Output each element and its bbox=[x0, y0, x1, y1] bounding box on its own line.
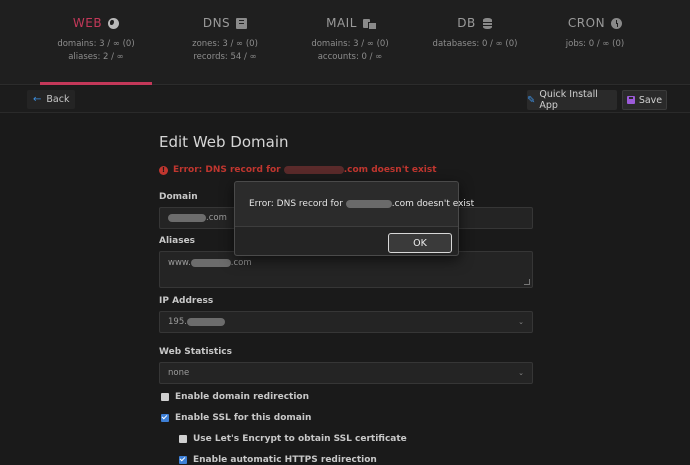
database-icon bbox=[482, 17, 493, 29]
tab-web[interactable]: WEB domains: 3 / ∞ (0) aliases: 2 / ∞ bbox=[40, 0, 152, 85]
web-statistics-value: none bbox=[168, 368, 190, 378]
page-title: Edit Web Domain bbox=[159, 133, 289, 151]
tab-web-label: WEB bbox=[72, 16, 103, 30]
error-prefix: Error: DNS record for bbox=[173, 165, 284, 175]
tab-dns-stat: zones: 3 / ∞ (0) bbox=[192, 39, 258, 49]
aliases-value-prefix: www. bbox=[168, 258, 191, 268]
mail-icon bbox=[362, 18, 377, 30]
top-navigation: WEB domains: 3 / ∞ (0) aliases: 2 / ∞ DN… bbox=[0, 0, 690, 85]
redacted-domain bbox=[345, 199, 392, 208]
save-button-label: Save bbox=[638, 94, 663, 106]
tab-dns[interactable]: DNS zones: 3 / ∞ (0) records: 54 / ∞ bbox=[170, 0, 280, 85]
error-dialog: Error: DNS record for .com doesn't exist… bbox=[234, 181, 474, 256]
tab-mail[interactable]: MAIL domains: 3 / ∞ (0) accounts: 0 / ∞ bbox=[290, 0, 410, 85]
tab-db-label: DB bbox=[457, 16, 476, 30]
chevron-down-icon: ⌄ bbox=[518, 369, 524, 377]
redacted-domain bbox=[283, 165, 344, 174]
tab-cron-label: CRON bbox=[567, 16, 606, 30]
active-tab-indicator bbox=[40, 82, 152, 85]
tab-mail-stat: accounts: 0 / ∞ bbox=[317, 52, 383, 62]
back-button[interactable]: ← Back bbox=[27, 90, 76, 109]
aliases-value-suffix: .com bbox=[230, 258, 252, 268]
domain-redirection-label: Enable domain redirection bbox=[175, 392, 310, 402]
dialog-message: Error: DNS record for .com doesn't exist bbox=[249, 199, 474, 209]
floppy-disk-icon bbox=[626, 96, 635, 104]
save-button[interactable]: Save bbox=[622, 90, 667, 110]
dialog-message-suffix: .com doesn't exist bbox=[391, 199, 475, 209]
ip-address-label: IP Address bbox=[159, 296, 214, 306]
redacted-domain bbox=[190, 259, 231, 267]
arrow-left-icon: ← bbox=[33, 94, 42, 105]
tab-mail-stat: domains: 3 / ∞ (0) bbox=[311, 39, 389, 49]
aliases-textarea[interactable]: www. .com bbox=[159, 251, 533, 288]
domain-value-suffix: .com bbox=[206, 213, 227, 223]
tab-web-stat: aliases: 2 / ∞ bbox=[68, 52, 124, 62]
quick-install-app-button[interactable]: ✎ Quick Install App bbox=[527, 89, 617, 111]
letsencrypt-label: Use Let's Encrypt to obtain SSL certific… bbox=[193, 434, 407, 444]
letsencrypt-option[interactable]: Use Let's Encrypt to obtain SSL certific… bbox=[179, 434, 407, 444]
domain-label: Domain bbox=[159, 192, 198, 202]
tab-cron-stat: jobs: 0 / ∞ (0) bbox=[565, 39, 625, 49]
clock-icon bbox=[611, 17, 623, 29]
redacted-ip bbox=[186, 318, 225, 326]
tab-db-stat: databases: 0 / ∞ (0) bbox=[432, 39, 518, 49]
letsencrypt-checkbox[interactable] bbox=[179, 435, 187, 443]
ssl-label: Enable SSL for this domain bbox=[175, 413, 312, 423]
web-statistics-label: Web Statistics bbox=[159, 347, 232, 357]
https-redirect-option[interactable]: Enable automatic HTTPS redirection bbox=[179, 455, 377, 465]
https-redirect-label: Enable automatic HTTPS redirection bbox=[193, 455, 377, 465]
tab-web-stat: domains: 3 / ∞ (0) bbox=[57, 39, 135, 49]
pencil-icon: ✎ bbox=[527, 94, 536, 106]
ssl-checkbox[interactable] bbox=[161, 414, 169, 422]
tab-dns-label: DNS bbox=[202, 16, 231, 30]
error-suffix: .com doesn't exist bbox=[343, 165, 437, 175]
ip-value-prefix: 195. bbox=[168, 317, 187, 327]
globe-icon bbox=[108, 17, 120, 29]
dialog-message-prefix: Error: DNS record for bbox=[249, 199, 346, 209]
back-button-label: Back bbox=[46, 94, 70, 105]
web-statistics-select[interactable]: none ⌄ bbox=[159, 362, 533, 384]
error-message: ! Error: DNS record for .com doesn't exi… bbox=[159, 165, 437, 175]
https-redirect-checkbox[interactable] bbox=[179, 456, 187, 464]
tab-db[interactable]: DB databases: 0 / ∞ (0) bbox=[420, 0, 530, 85]
dialog-footer: OK bbox=[235, 226, 458, 255]
ssl-option[interactable]: Enable SSL for this domain bbox=[161, 413, 311, 423]
tab-cron[interactable]: CRON jobs: 0 / ∞ (0) bbox=[540, 0, 650, 85]
tab-dns-stat: records: 54 / ∞ bbox=[193, 52, 257, 62]
error-circle-icon: ! bbox=[159, 165, 168, 175]
ip-address-select[interactable]: 195. ⌄ bbox=[159, 311, 533, 333]
resize-handle[interactable] bbox=[524, 279, 530, 285]
domain-redirection-checkbox[interactable] bbox=[161, 393, 169, 401]
toolbar: ← Back ✎ Quick Install App Save bbox=[0, 86, 690, 113]
redacted-domain bbox=[168, 214, 206, 222]
book-icon bbox=[236, 17, 248, 29]
chevron-down-icon: ⌄ bbox=[518, 318, 524, 326]
domain-redirection-option[interactable]: Enable domain redirection bbox=[161, 392, 309, 402]
tab-mail-label: MAIL bbox=[326, 16, 357, 30]
quick-install-app-label: Quick Install App bbox=[539, 89, 598, 111]
ok-button[interactable]: OK bbox=[388, 233, 452, 253]
aliases-label: Aliases bbox=[159, 236, 196, 246]
